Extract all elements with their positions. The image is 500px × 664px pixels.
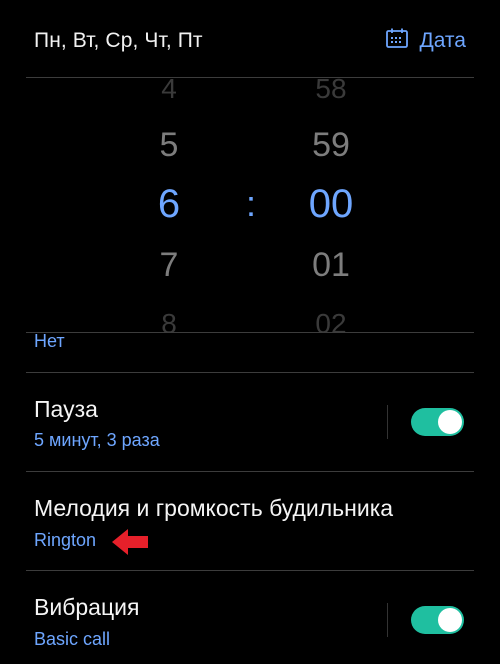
hour-next-2[interactable]: 8 [124, 308, 214, 333]
minute-prev-1[interactable]: 59 [286, 126, 376, 165]
divider [26, 570, 474, 571]
repeat-days[interactable]: Пн, Вт, Ср, Чт, Пт [34, 29, 203, 53]
calendar-icon [386, 28, 419, 54]
hour-next-1[interactable]: 7 [124, 246, 214, 285]
time-separator: : [245, 183, 257, 224]
minute-next-1[interactable]: 01 [286, 246, 376, 285]
vibration-toggle[interactable] [411, 606, 464, 634]
toggle-knob [438, 410, 462, 434]
hour-selected[interactable]: 6 [124, 182, 214, 227]
top-row: Пн, Вт, Ср, Чт, Пт Дата [0, 0, 500, 78]
toggle-knob [438, 608, 462, 632]
melody-title: Мелодия и громкость будильника [34, 495, 394, 521]
pause-subtitle: 5 минут, 3 раза [34, 430, 160, 450]
vertical-divider [387, 405, 388, 439]
pause-title: Пауза [34, 396, 98, 422]
minute-selected[interactable]: 00 [286, 182, 376, 227]
date-button[interactable]: Дата [386, 28, 466, 54]
date-label: Дата [419, 29, 466, 52]
vibration-title: Вибрация [34, 594, 140, 620]
minute-prev-2[interactable]: 58 [286, 78, 376, 105]
minute-next-2[interactable]: 02 [286, 308, 376, 333]
vibration-subtitle: Basic call [34, 629, 111, 649]
divider [26, 372, 474, 373]
divider [26, 332, 474, 333]
melody-subtitle: Rington [34, 530, 97, 550]
repeat-value[interactable]: Нет [34, 331, 65, 352]
hour-prev-2[interactable]: 4 [124, 78, 214, 105]
time-picker[interactable]: 4 5 6 7 8 : 58 59 00 01 02 [0, 78, 500, 333]
pause-toggle[interactable] [411, 408, 464, 436]
divider [26, 471, 474, 472]
red-arrow-icon [112, 528, 148, 561]
vertical-divider [387, 603, 388, 637]
hour-prev-1[interactable]: 5 [124, 126, 214, 165]
